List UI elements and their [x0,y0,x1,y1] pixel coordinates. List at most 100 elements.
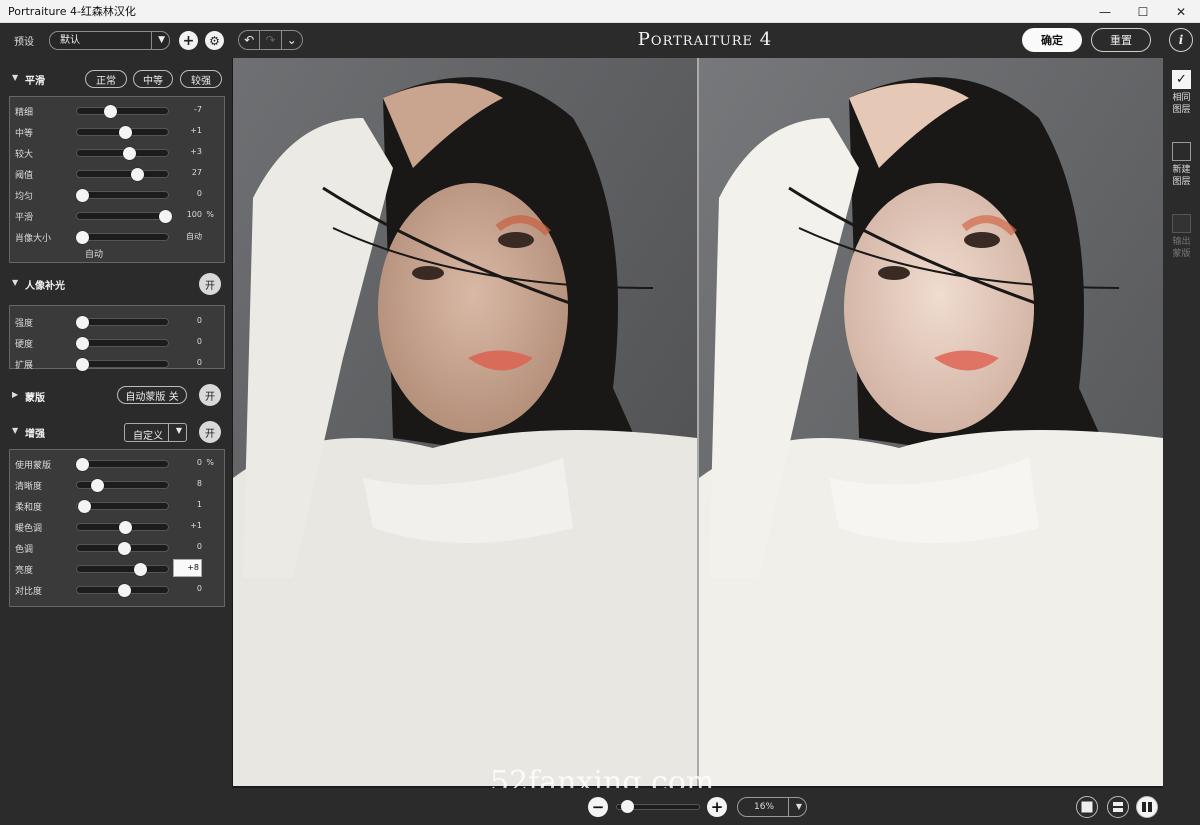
zoom-value: 16% [754,802,775,812]
portrait-size-auto-label: 自动 [85,250,104,260]
lighting-toggle[interactable]: 开 [199,273,221,295]
enhance-preset-dropdown[interactable]: 自定义 ▼ [124,423,187,442]
expand-triangle-icon: ▼ [12,73,19,82]
slider-track[interactable] [76,210,173,223]
slider-label: 对比度 [15,587,43,597]
slider-handle[interactable] [123,147,137,160]
slider-track[interactable] [76,521,169,534]
slider-value: 0 [196,458,202,467]
split-vertical-icon [1142,802,1152,812]
reset-button[interactable]: 重置 [1091,28,1151,52]
slider-handle[interactable] [119,126,133,139]
output-mask-option: 输出 蒙版 [1163,214,1200,260]
slider-value: 0 [196,337,202,346]
close-button[interactable]: ✕ [1162,0,1200,23]
slider-track[interactable] [75,316,169,329]
slider-label: 肖像大小 [15,234,52,244]
slider-handle[interactable] [134,563,148,576]
slider-track[interactable] [76,542,169,555]
slider-track[interactable] [76,147,169,160]
slider-label: 中等 [15,129,34,139]
redo-button[interactable]: ↷ [260,31,282,49]
slider-track[interactable] [76,168,169,181]
slider-value-input[interactable]: +8 [173,559,202,577]
slider-track[interactable] [76,563,169,576]
expand-triangle-icon: ▼ [12,278,19,287]
undo-button[interactable]: ↶ [239,31,261,49]
slider-handle[interactable] [117,542,131,555]
zoom-in-button[interactable]: + [707,797,727,817]
preset-settings-button[interactable]: ⚙ [205,31,224,50]
slider-track[interactable] [76,105,169,118]
slider-track[interactable] [76,479,169,492]
zoom-out-button[interactable]: − [588,797,608,817]
mask-toggle[interactable]: 开 [199,384,221,406]
slider-handle[interactable] [75,316,89,329]
slider-handle[interactable] [75,358,89,371]
single-view-button[interactable] [1076,796,1098,818]
slider-track[interactable] [76,126,169,139]
slider-unit: % [206,458,214,467]
add-preset-button[interactable]: + [179,31,198,50]
same-layer-checkbox[interactable]: ✓ [1172,70,1191,89]
plus-icon: + [182,32,195,49]
smoothing-mode-medium[interactable]: 中等 [133,70,173,88]
slider-handle[interactable] [119,521,133,534]
slider-track[interactable] [75,189,169,202]
expand-triangle-icon: ▼ [12,426,19,435]
slider-track[interactable] [75,458,169,471]
slider-handle[interactable] [159,210,173,223]
slider-handle[interactable] [75,231,89,244]
mask-title: 蒙版 [25,393,45,404]
slider-handle[interactable] [91,479,105,492]
slider-label: 均匀 [15,192,34,202]
slider-handle[interactable] [75,337,89,350]
enhance-header[interactable]: ▼ 增强 [10,422,226,442]
image-viewer[interactable] [232,58,1163,788]
before-preview[interactable] [233,58,697,786]
preset-dropdown[interactable]: 默认 ▼ [49,31,170,50]
split-vertical-button[interactable] [1136,796,1158,818]
slider-handle[interactable] [75,458,89,471]
zoom-dropdown[interactable]: 16% ▼ [737,797,807,817]
slider-track[interactable] [76,584,169,597]
slider-track[interactable] [75,231,169,244]
lighting-title: 人像补光 [25,281,65,292]
same-layer-option[interactable]: ✓ 相同 图层 [1163,70,1200,116]
slider-handle[interactable] [130,168,144,181]
slider-handle[interactable] [117,584,131,597]
auto-mask-button[interactable]: 自动蒙版 关 [117,386,187,404]
smoothing-mode-strong[interactable]: 较强 [180,70,222,88]
ok-button[interactable]: 确定 [1022,28,1082,52]
smoothing-mode-normal[interactable]: 正常 [85,70,127,88]
dropdown-separator [168,424,169,441]
slider-value: 0 [196,316,202,325]
slider-track[interactable] [76,500,169,513]
enhance-toggle[interactable]: 开 [199,421,221,443]
new-layer-option[interactable]: 新建 图层 [1163,142,1200,188]
maximize-button[interactable]: ☐ [1124,0,1162,23]
slider-handle[interactable] [78,500,92,513]
gear-icon: ⚙ [209,33,220,48]
slider-track[interactable] [75,337,169,350]
after-preview[interactable] [699,58,1163,786]
minimize-button[interactable]: — [1086,0,1124,23]
lighting-header[interactable]: ▼ 人像补光 [10,274,226,294]
zoom-slider-handle[interactable] [621,800,635,813]
slider-value: +1 [190,126,202,135]
split-horizontal-button[interactable] [1107,796,1129,818]
slider-row: 均匀 0 [10,188,224,202]
slider-label: 清晰度 [15,482,43,492]
slider-label: 柔和度 [15,503,43,513]
info-button[interactable]: i [1169,28,1193,52]
slider-handle[interactable] [103,105,117,118]
slider-label: 精细 [15,108,34,118]
slider-handle[interactable] [75,189,89,202]
new-layer-checkbox[interactable] [1172,142,1191,161]
split-horizontal-icon [1113,802,1123,812]
slider-row: 扩展 0 [10,357,224,371]
history-dropdown-button[interactable]: ⌄ [282,31,302,49]
zoom-slider[interactable] [616,800,700,813]
slider-track[interactable] [75,358,169,371]
slider-row: 暖色调 +1 [10,520,224,534]
